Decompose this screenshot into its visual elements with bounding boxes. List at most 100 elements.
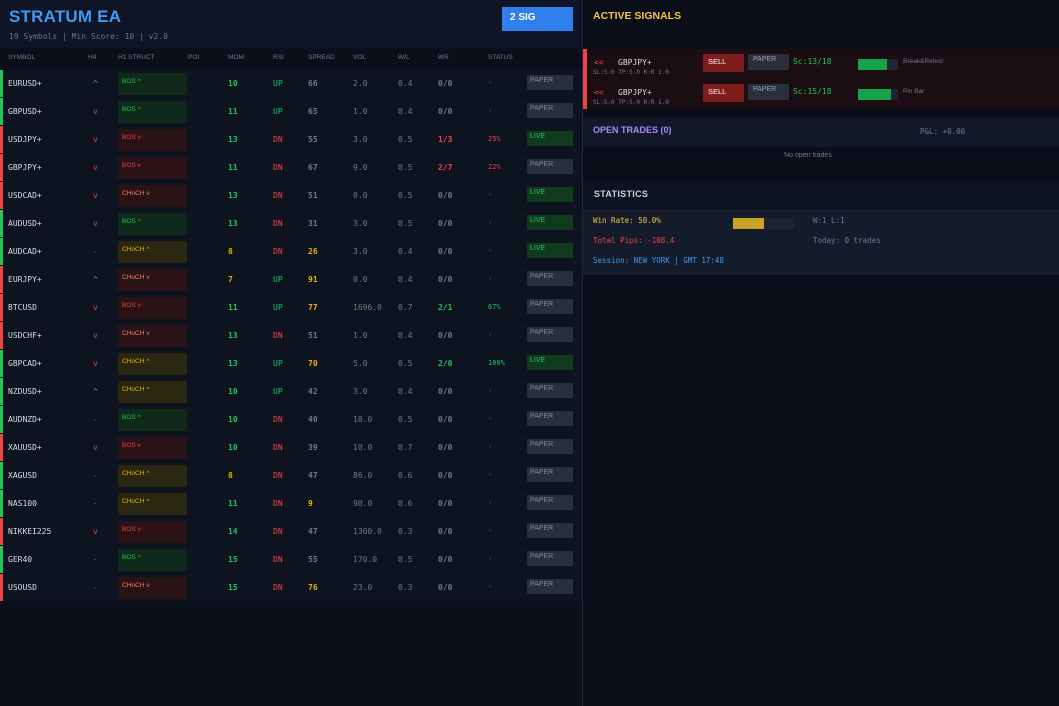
spread-cell: 9 [308, 499, 313, 508]
row-trend-edge [0, 126, 3, 153]
rsi-cell: UP [273, 275, 283, 284]
table-row[interactable]: EURUSD+ ^ BOS ^ 10 UP 66 2.0 0.4 0/0 - PAPER [0, 70, 582, 97]
win-percent-cell: - [488, 247, 493, 255]
table-row[interactable]: AUDCAD+ - CHoCH ^ 8 DN 26 3.0 0.4 0/0 - LIVE [0, 238, 582, 265]
status-badge[interactable]: PAPER [527, 523, 573, 538]
col-vol[interactable]: VOL [353, 54, 366, 61]
status-badge[interactable]: PAPER [527, 411, 573, 426]
status-badge[interactable]: PAPER [527, 551, 573, 566]
status-badge[interactable]: PAPER [527, 75, 573, 90]
status-badge[interactable]: LIVE [527, 215, 573, 230]
status-badge[interactable]: LIVE [527, 355, 573, 370]
win-record-cell: 0/0 [438, 527, 453, 536]
signal-mode-badge[interactable]: PAPER [748, 54, 789, 70]
signal-side-badge[interactable]: SELL [703, 84, 744, 102]
wl-ratio-cell: 0.5 [398, 415, 413, 424]
h1-structure-cell: CHoCH ^ [118, 241, 187, 263]
col-poi[interactable]: POI [188, 54, 199, 61]
status-badge[interactable]: LIVE [527, 131, 573, 146]
h1-structure-cell: CHoCH ^ [118, 493, 187, 515]
table-row[interactable]: NZDUSD+ ^ CHoCH ^ 10 UP 42 3.0 0.4 0/0 - PAPER [0, 378, 582, 405]
momentum-cell: 10 [228, 443, 238, 452]
table-row[interactable]: XAUUSD+ v BOS v 10 DN 39 10.0 0.7 0/0 - PAPER [0, 434, 582, 461]
table-row[interactable]: BTCUSD v BOS v 11 UP 77 1696.0 0.7 2/1 67% PAPER [0, 294, 582, 321]
status-badge[interactable]: LIVE [527, 243, 573, 258]
h1-structure-cell: CHoCH v [118, 577, 187, 599]
row-trend-edge [0, 462, 3, 489]
table-row[interactable]: GBPCAD+ v CHoCH ^ 13 UP 70 5.0 0.5 2/0 100% LIVE [0, 350, 582, 377]
table-row[interactable]: XAGUSD - CHoCH ^ 8 DN 47 86.0 0.6 0/0 - PAPER [0, 462, 582, 489]
status-badge[interactable]: PAPER [527, 579, 573, 594]
signal-count-badge[interactable]: 2 SIG [502, 7, 573, 31]
status-badge[interactable]: PAPER [527, 495, 573, 510]
table-row[interactable]: USOUSD - CHoCH v 15 DN 76 23.0 0.3 0/0 - PAPER [0, 574, 582, 601]
status-badge[interactable]: PAPER [527, 103, 573, 118]
rsi-cell: UP [273, 303, 283, 312]
rsi-cell: DN [273, 471, 283, 480]
signal-mode-badge[interactable]: PAPER [748, 84, 789, 100]
rsi-cell: DN [273, 499, 283, 508]
h1-structure-cell: BOS v [118, 521, 187, 543]
win-percent-cell: - [488, 79, 493, 87]
momentum-cell: 7 [228, 275, 233, 284]
col-wr[interactable]: WR [438, 54, 449, 61]
symbol-cell: GER40 [8, 555, 33, 564]
signal-row[interactable]: << GBPJPY+ SL:5.0 TP:5.0 R:R 1.0 SELL PA… [583, 49, 1059, 79]
table-row[interactable]: NIKKEI225 v BOS v 14 DN 47 1300.0 0.3 0/0 - PAPER [0, 518, 582, 545]
h1-structure-cell: BOS ^ [118, 101, 187, 123]
col-spread[interactable]: SPREAD [308, 54, 335, 61]
today-trades: Today: 0 trades [813, 236, 881, 245]
row-trend-edge [0, 70, 3, 97]
win-percent-cell: 22% [488, 163, 501, 171]
rsi-cell: DN [273, 135, 283, 144]
signal-side-badge[interactable]: SELL [703, 54, 744, 72]
scanner-header: STRATUM EA 19 Symbols | Min Score: 10 | … [0, 0, 582, 48]
status-badge[interactable]: PAPER [527, 299, 573, 314]
status-badge[interactable]: PAPER [527, 159, 573, 174]
col-wl[interactable]: W/L [398, 54, 410, 61]
row-trend-edge [0, 210, 3, 237]
spread-cell: 65 [308, 107, 318, 116]
signal-row[interactable]: << GBPJPY+ SL:5.0 TP:5.0 R:R 1.0 SELL PA… [583, 79, 1059, 109]
win-percent-cell: - [488, 555, 493, 563]
col-mom[interactable]: MOM [228, 54, 244, 61]
h4-trend-cell: v [93, 135, 98, 144]
row-trend-edge [0, 490, 3, 517]
h4-trend-cell: v [93, 107, 98, 116]
table-row[interactable]: NAS100 - CHoCH ^ 11 DN 9 90.0 0.6 0/0 - PAPER [0, 490, 582, 517]
status-badge[interactable]: PAPER [527, 467, 573, 482]
wl-ratio-cell: 0.4 [398, 331, 413, 340]
col-h1-struct[interactable]: H1 STRUCT [118, 54, 154, 61]
h1-structure-cell: CHoCH ^ [118, 465, 187, 487]
status-badge[interactable]: PAPER [527, 327, 573, 342]
table-row[interactable]: GBPUSD+ v BOS ^ 11 UP 65 1.0 0.4 0/0 - PAPER [0, 98, 582, 125]
col-h4[interactable]: H4 [88, 54, 96, 61]
sell-arrow-icon: << [594, 88, 604, 97]
status-badge[interactable]: LIVE [527, 187, 573, 202]
win-percent-cell: - [488, 275, 493, 283]
table-row[interactable]: USDCHF+ v CHoCH v 13 DN 51 1.0 0.4 0/0 - PAPER [0, 322, 582, 349]
table-row[interactable]: GER40 - BOS ^ 15 DN 55 170.0 0.5 0/0 - PAPER [0, 546, 582, 573]
h4-trend-cell: - [93, 499, 98, 508]
spread-cell: 31 [308, 219, 318, 228]
status-badge[interactable]: PAPER [527, 271, 573, 286]
table-row[interactable]: EURJPY+ ^ CHoCH v 7 UP 91 0.0 0.4 0/0 - PAPER [0, 266, 582, 293]
symbol-cell: BTCUSD [8, 303, 37, 312]
table-row[interactable]: GBPJPY+ v BOS v 11 DN 67 9.0 0.5 2/7 22% PAPER [0, 154, 582, 181]
volume-cell: 3.0 [353, 219, 368, 228]
status-badge[interactable]: PAPER [527, 439, 573, 454]
h4-trend-cell: ^ [93, 387, 98, 396]
rsi-cell: DN [273, 247, 283, 256]
table-row[interactable]: AUDNZD+ - BOS ^ 10 DN 40 10.0 0.5 0/0 - PAPER [0, 406, 582, 433]
status-badge[interactable]: PAPER [527, 383, 573, 398]
win-percent-cell: - [488, 471, 493, 479]
h4-trend-cell: v [93, 219, 98, 228]
col-symbol[interactable]: SYMBOL [8, 54, 35, 61]
spread-cell: 70 [308, 359, 318, 368]
win-percent-cell: 67% [488, 303, 501, 311]
table-row[interactable]: USDJPY+ v BOS v 13 DN 55 3.0 0.5 1/3 25% LIVE [0, 126, 582, 153]
col-rsi[interactable]: RSI [273, 54, 284, 61]
col-status[interactable]: STATUS [488, 54, 513, 61]
table-row[interactable]: USDCAD+ v CHoCH v 13 DN 51 0.0 0.5 0/0 - LIVE [0, 182, 582, 209]
table-row[interactable]: AUDUSD+ v BOS ^ 13 DN 31 3.0 0.5 0/0 - LIVE [0, 210, 582, 237]
